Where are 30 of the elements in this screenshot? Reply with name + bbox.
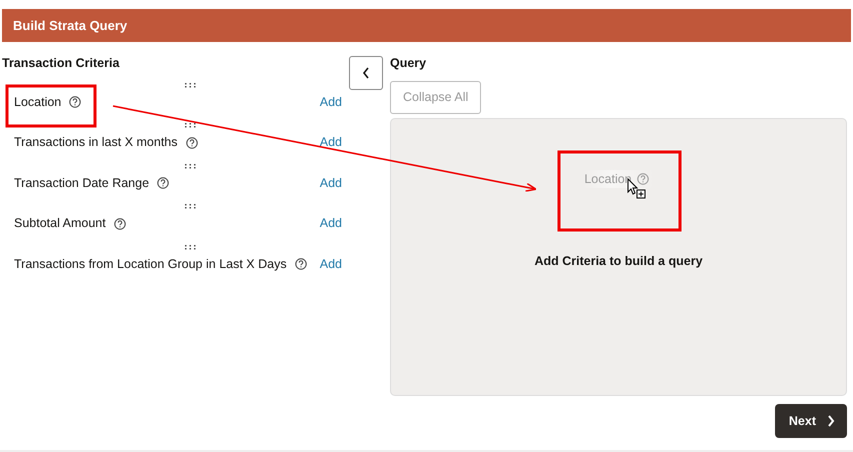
chevron-right-icon — [827, 414, 835, 427]
help-icon — [636, 172, 649, 185]
criterion-label: Transactions from Location Group in Last X Days — [14, 256, 287, 273]
drag-handle-icon — [185, 244, 196, 250]
add-link[interactable]: Add — [320, 92, 342, 112]
criterion-label: Transaction Date Range — [14, 174, 150, 192]
help-icon — [114, 218, 126, 230]
collapse-panel-button[interactable] — [349, 56, 383, 90]
empty-query-message: Add Criteria to build a query — [534, 253, 703, 270]
criterion-label: Location — [584, 170, 632, 188]
next-button[interactable]: Next — [774, 404, 847, 438]
add-link[interactable]: Add — [320, 254, 342, 274]
help-icon — [186, 136, 198, 148]
section-title: Query — [390, 55, 428, 72]
drag-handle-icon — [185, 164, 196, 169]
help-icon — [294, 258, 307, 270]
help-icon — [69, 96, 82, 108]
add-link[interactable]: Add — [320, 133, 342, 152]
drag-handle-icon — [185, 123, 196, 128]
help-icon — [157, 177, 170, 189]
criterion-label: Subtotal Amount — [14, 215, 106, 232]
page-title: Build Strata Query — [13, 16, 128, 35]
drag-handle-icon — [185, 82, 196, 88]
add-link[interactable]: Add — [320, 214, 342, 233]
chevron-left-icon — [362, 67, 370, 79]
drag-handle-icon — [185, 204, 196, 210]
criterion-label: Location — [14, 94, 62, 111]
add-link[interactable]: Add — [320, 174, 342, 192]
criterion-label: Transactions in last X months — [14, 134, 178, 152]
section-title: Transaction Criteria — [2, 55, 120, 72]
